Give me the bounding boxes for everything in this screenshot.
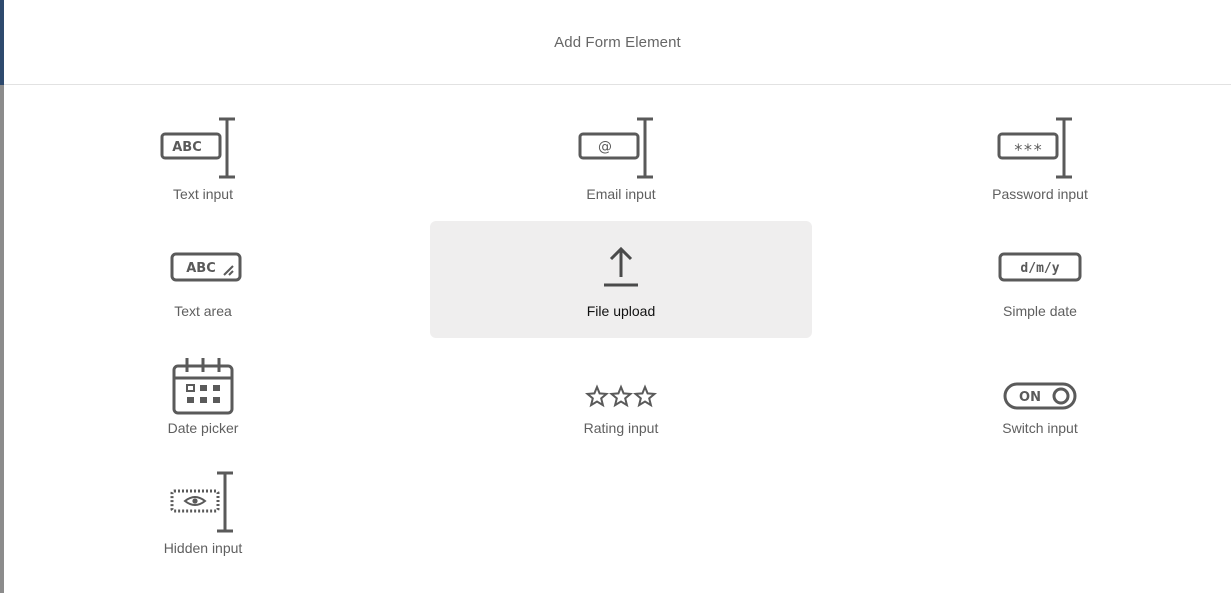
window-edge xyxy=(0,85,4,593)
option-file-upload[interactable]: File upload xyxy=(430,221,812,338)
option-email-input[interactable]: @ Email input xyxy=(430,104,812,221)
svg-text:ON: ON xyxy=(1019,390,1041,405)
switch-input-icon: ON xyxy=(1003,382,1077,410)
simple-date-icon: d/m/y xyxy=(998,252,1082,282)
option-label: Switch input xyxy=(1002,420,1078,436)
option-password-input[interactable]: *** Password input xyxy=(849,104,1231,221)
hidden-input-icon xyxy=(170,471,233,533)
option-label: Hidden input xyxy=(163,540,243,556)
option-label: Date picker xyxy=(167,420,239,436)
option-label: Text area xyxy=(174,303,232,319)
option-switch-input[interactable]: ON Switch input xyxy=(849,338,1231,455)
option-text-area[interactable]: ABC Text area xyxy=(12,221,394,338)
svg-text:@: @ xyxy=(598,139,612,155)
option-rating-input[interactable]: Rating input xyxy=(430,338,812,455)
option-label: Email input xyxy=(586,186,656,202)
option-hidden-input[interactable]: Hidden input xyxy=(12,458,394,575)
svg-text:***: *** xyxy=(1014,140,1043,159)
option-label: Password input xyxy=(992,186,1088,202)
option-text-input[interactable]: ABC Text input xyxy=(12,104,394,221)
option-label: Text input xyxy=(173,186,233,202)
option-label: Rating input xyxy=(583,420,659,436)
text-area-icon: ABC xyxy=(170,252,242,282)
date-picker-icon xyxy=(172,358,234,415)
svg-text:d/m/y: d/m/y xyxy=(1020,261,1059,276)
password-input-icon: *** xyxy=(997,117,1072,179)
option-label: File upload xyxy=(586,303,656,319)
email-input-icon: @ xyxy=(578,117,653,179)
rating-input-icon xyxy=(584,384,658,408)
option-label: Simple date xyxy=(1003,303,1077,319)
svg-text:ABC: ABC xyxy=(186,261,216,276)
dialog-header: Add Form Element xyxy=(4,0,1231,85)
svg-text:ABC: ABC xyxy=(172,140,202,155)
dialog-title: Add Form Element xyxy=(554,33,681,51)
option-simple-date[interactable]: d/m/y Simple date xyxy=(849,221,1231,338)
text-input-icon: ABC xyxy=(160,117,235,179)
file-upload-icon xyxy=(604,246,638,287)
option-date-picker[interactable]: Date picker xyxy=(12,338,394,455)
